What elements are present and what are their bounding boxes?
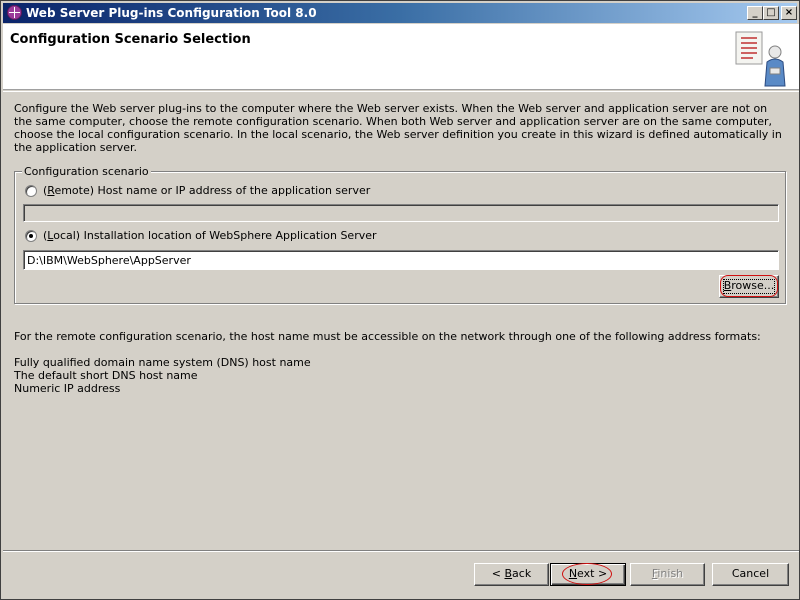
address-format-item: Fully qualified domain name system (DNS)…	[14, 356, 311, 369]
maximize-button[interactable]: □	[763, 6, 779, 20]
finish-button-label: Finish	[651, 567, 684, 580]
page-title: Configuration Scenario Selection	[10, 32, 251, 47]
app-icon	[7, 5, 22, 20]
local-radio-option[interactable]: (Local) Installation location of WebSphe…	[25, 229, 377, 242]
remote-radio-option[interactable]: (Remote) Host name or IP address of the …	[25, 184, 370, 197]
finish-button[interactable]: Finish	[630, 563, 705, 586]
browse-button-label: Browse...	[723, 279, 775, 292]
close-icon: ×	[784, 7, 794, 18]
address-formats-list: Fully qualified domain name system (DNS)…	[14, 356, 311, 395]
minimize-icon: _	[752, 7, 758, 18]
remote-info-text: For the remote configuration scenario, t…	[14, 330, 761, 343]
remote-radio-label: (Remote) Host name or IP address of the …	[43, 184, 371, 197]
header-separator	[3, 91, 799, 92]
wizard-icon	[735, 31, 786, 87]
close-button[interactable]: ×	[781, 6, 797, 20]
cancel-button[interactable]: Cancel	[712, 563, 789, 586]
local-radio-label: (Local) Installation location of WebSphe…	[43, 229, 377, 242]
title-bar[interactable]: Web Server Plug-ins Configuration Tool 8…	[3, 3, 797, 23]
address-format-item: The default short DNS host name	[14, 369, 198, 382]
maximize-icon: □	[766, 7, 776, 18]
cancel-button-label: Cancel	[731, 567, 770, 580]
scenario-group-legend: Configuration scenario	[22, 165, 151, 178]
back-button[interactable]: < Back	[474, 563, 549, 586]
remote-radio[interactable]	[25, 184, 37, 197]
wizard-header: Configuration Scenario Selection	[3, 24, 799, 90]
back-button-label: < Back	[491, 567, 532, 580]
next-button-label: Next >	[568, 567, 608, 580]
address-format-item: Numeric IP address	[14, 382, 121, 395]
wizard-window: Web Server Plug-ins Configuration Tool 8…	[0, 0, 800, 600]
intro-text: Configure the Web server plug-ins to the…	[14, 102, 782, 154]
footer-separator	[3, 550, 799, 552]
next-button[interactable]: Next >	[550, 563, 626, 586]
window-title: Web Server Plug-ins Configuration Tool 8…	[26, 6, 317, 20]
remote-host-input[interactable]	[23, 204, 779, 222]
local-radio[interactable]	[25, 229, 37, 242]
install-location-input[interactable]	[23, 250, 779, 270]
minimize-button[interactable]: _	[747, 6, 763, 20]
browse-button[interactable]: Browse...	[719, 275, 779, 298]
